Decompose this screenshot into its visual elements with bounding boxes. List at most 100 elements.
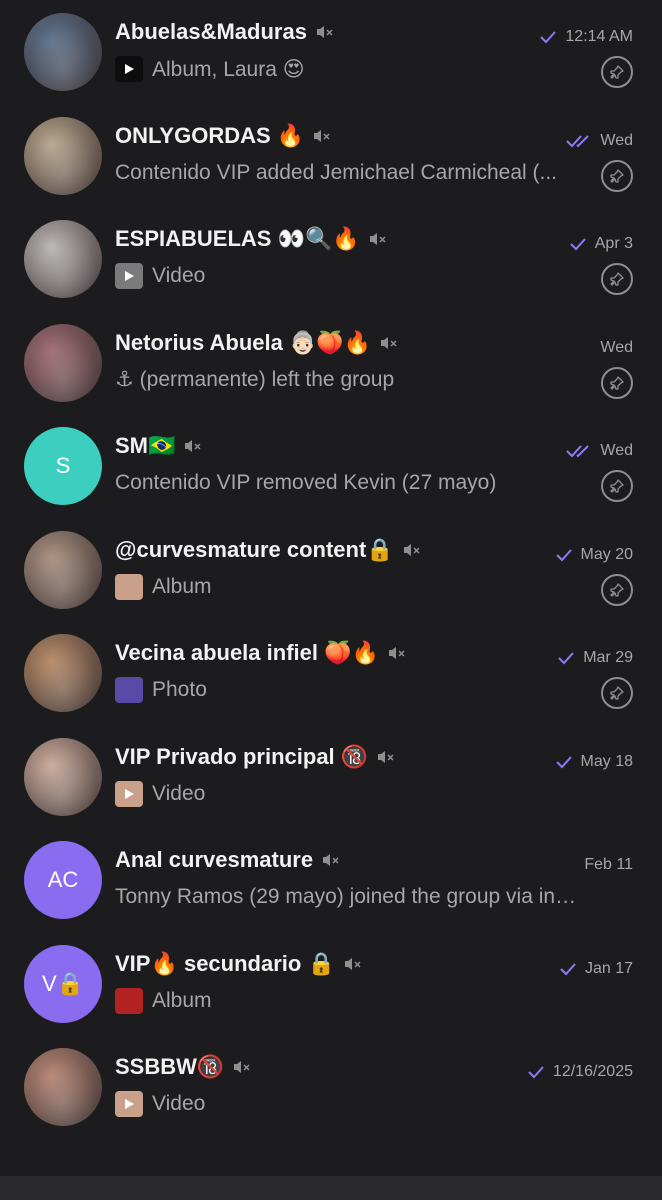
pin-icon[interactable] (601, 263, 633, 295)
chat-preview: Contenido VIP added Jemichael Carmicheal… (115, 161, 557, 185)
video-thumbnail-icon (115, 263, 143, 289)
avatar-photo (24, 1048, 102, 1126)
avatar[interactable] (24, 13, 102, 91)
chat-row[interactable]: @curvesmature content🔒 May 20 Album (0, 518, 662, 622)
chat-time-wrap: Wed (600, 337, 633, 359)
check-icon (527, 1065, 545, 1079)
chat-preview-line: Contenido VIP added Jemichael Carmicheal… (115, 158, 584, 188)
muted-speaker-icon (402, 543, 422, 557)
video-thumbnail-icon (115, 780, 143, 807)
muted-speaker-icon (368, 232, 388, 246)
chat-preview-text: Video (152, 781, 206, 805)
chat-row[interactable]: ONLYGORDAS 🔥 Wed Contenido VIP added Jemic… (0, 104, 662, 208)
avatar-photo (24, 323, 102, 402)
chat-row[interactable]: Netorius Abuela 👵🏻🍑🔥 Wed ⚓ (permanente) le… (0, 311, 662, 415)
chat-preview-line: Contenido VIP removed Kevin (27 mayo) (115, 468, 584, 498)
chat-row[interactable]: Abuelas&Maduras 12:14 AM Album, Laura 😍 (0, 0, 662, 104)
anchor-icon: ⚓ (115, 368, 140, 391)
chat-preview-line: Video (115, 261, 584, 291)
chat-time: Apr 3 (594, 235, 633, 252)
chat-preview: Video (152, 782, 205, 806)
chat-preview: Tonny Ramos (29 mayo) joined the group v… (115, 885, 584, 909)
chat-time-wrap: 12:14 AM (539, 26, 633, 48)
chat-time: Wed (600, 131, 633, 149)
avatar[interactable] (24, 737, 102, 816)
photo-thumbnail-icon (115, 677, 143, 703)
avatar-initials: V🔒 (41, 970, 85, 996)
chat-preview-line: Album, Laura 😍 (115, 54, 584, 84)
avatar[interactable] (24, 323, 102, 402)
avatar-initials: AC (47, 867, 79, 892)
chat-preview: Album (152, 575, 212, 599)
check-icon (559, 962, 577, 976)
chat-preview: Album, Laura 😍 (152, 57, 305, 82)
chat-title: @curvesmature content🔒 (115, 536, 394, 562)
chat-preview-text: Photo (152, 678, 207, 701)
avatar[interactable] (24, 220, 102, 298)
muted-speaker-icon (376, 750, 396, 764)
avatar[interactable]: S (24, 427, 102, 505)
chat-row[interactable]: AC Anal curvesmature Feb 11 Tonny Ramos (29… (0, 828, 662, 932)
chat-preview: Contenido VIP removed Kevin (27 mayo) (115, 471, 496, 495)
chat-row[interactable]: ESPIABUELAS 👀🔍🔥 Apr 3 Video (0, 207, 662, 311)
check-icon (557, 651, 575, 665)
chat-time: Jan 17 (584, 959, 633, 977)
avatar[interactable] (24, 116, 102, 195)
chat-time-wrap: May 20 (555, 544, 633, 566)
chat-title: Vecina abuela infiel 🍑🔥 (115, 640, 379, 665)
muted-speaker-icon (232, 1060, 252, 1074)
avatar[interactable] (24, 530, 102, 609)
check-icon (555, 548, 573, 562)
chat-row[interactable]: S SM🇧🇷 Wed Contenido VIP removed Kevin (27 … (0, 414, 662, 518)
pin-icon[interactable] (601, 56, 633, 88)
chat-preview-line: Album (115, 986, 584, 1016)
pin-icon[interactable] (601, 573, 633, 606)
chat-row[interactable]: SSBBW🔞 12/16/2025 Video (0, 1035, 662, 1139)
chat-time: Feb 11 (584, 856, 633, 873)
double-check-icon (566, 444, 592, 458)
avatar-initials: S (55, 453, 71, 478)
chat-title: VIP Privado principal 🔞 (115, 743, 369, 769)
avatar-photo (24, 737, 102, 816)
chat-row[interactable]: V🔒 VIP🔥 secundario 🔒 Jan 17 Album (0, 932, 662, 1036)
chat-time: May 18 (580, 752, 633, 770)
chat-preview-line: ⚓ (permanente) left the group (115, 365, 584, 395)
chat-row[interactable]: Vecina abuela infiel 🍑🔥 Mar 29 Photo (0, 621, 662, 725)
photo-thumbnail-icon (115, 573, 143, 600)
pin-icon[interactable] (601, 677, 633, 709)
chat-title: SSBBW🔞 (115, 1054, 225, 1079)
pin-icon[interactable] (601, 159, 633, 192)
avatar[interactable] (24, 634, 102, 712)
chat-row[interactable]: VIP Privado principal 🔞 May 18 Video (0, 725, 662, 829)
chat-time: 12/16/2025 (552, 1063, 633, 1080)
chat-list: Abuelas&Maduras 12:14 AM Album, Laura 😍 ONL… (0, 0, 662, 1139)
chat-title-line: Anal curvesmature (115, 844, 341, 876)
pin-icon[interactable] (601, 366, 633, 399)
video-thumbnail-icon (115, 1091, 143, 1117)
avatar-photo (24, 530, 102, 609)
check-icon (555, 755, 573, 769)
pin-icon[interactable] (601, 470, 633, 502)
avatar[interactable]: V🔒 (24, 944, 102, 1023)
chat-time-wrap: Wed (566, 130, 633, 152)
chat-preview-text: Video (152, 264, 206, 287)
chat-preview-text: Album, Laura 😍 (152, 57, 305, 81)
chat-preview-text: Album (152, 988, 212, 1012)
chat-title: Abuelas&Maduras (115, 19, 307, 44)
chat-preview-text: Album (152, 574, 212, 598)
check-icon (569, 237, 587, 251)
chat-title-line: @curvesmature content🔒 (115, 534, 422, 566)
muted-speaker-icon (183, 439, 203, 453)
bottom-bar (0, 1176, 662, 1200)
chat-time: Wed (600, 338, 633, 356)
chat-time-wrap: 12/16/2025 (527, 1061, 633, 1083)
avatar[interactable] (24, 1048, 102, 1126)
muted-speaker-icon (343, 957, 363, 971)
check-icon (539, 30, 557, 44)
chat-time: May 20 (580, 545, 633, 563)
chat-title: Netorius Abuela 👵🏻🍑🔥 (115, 329, 372, 355)
avatar[interactable]: AC (24, 841, 102, 919)
chat-title-line: Vecina abuela infiel 🍑🔥 (115, 637, 407, 669)
chat-title-line: Abuelas&Maduras (115, 16, 335, 48)
muted-speaker-icon (315, 25, 335, 39)
